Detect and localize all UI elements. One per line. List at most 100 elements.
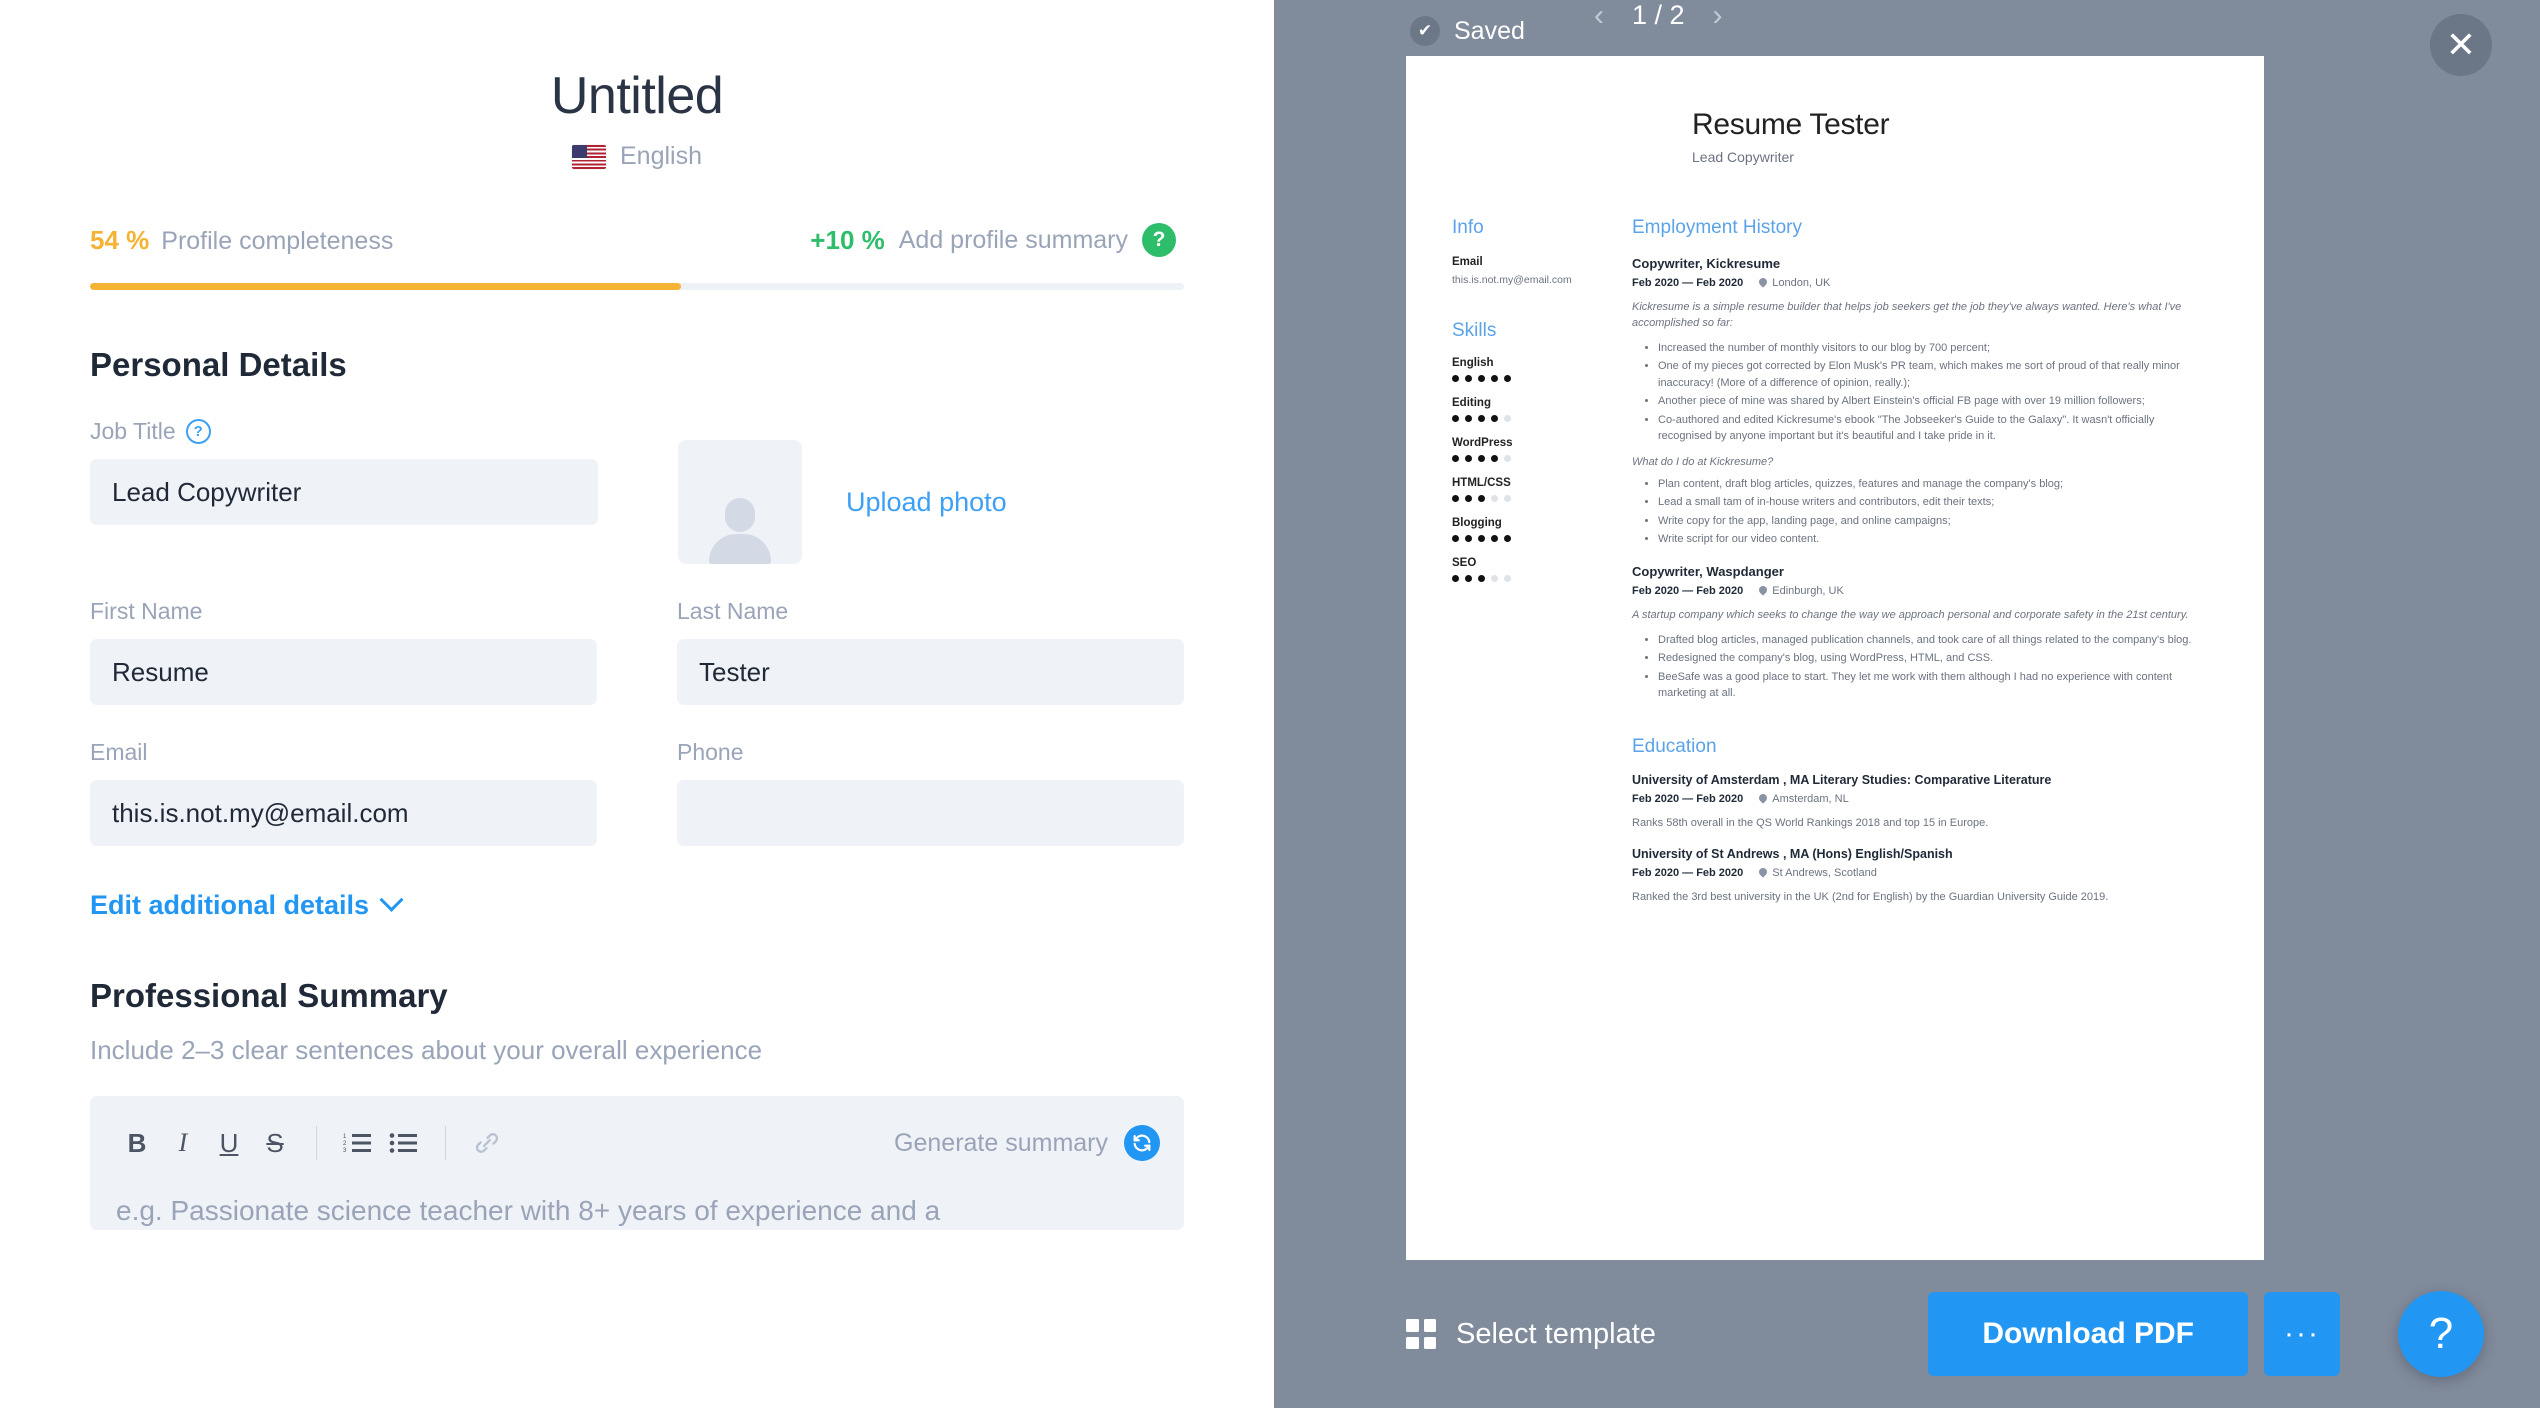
generate-summary-label[interactable]: Generate summary	[894, 1129, 1108, 1158]
skill-item: SEO	[1452, 557, 1614, 582]
skill-rating-dots	[1452, 575, 1614, 582]
language-label: English	[620, 142, 702, 170]
resume-builder-app: Untitled English 54 % Profile completene…	[0, 0, 2540, 1408]
resume-main-column: Employment History Copywriter, Kickresum…	[1632, 217, 2204, 906]
completeness-label: Profile completeness	[161, 226, 394, 255]
photo-upload-group: Upload photo	[678, 418, 1007, 564]
employment-list: Copywriter, Kickresume Feb 2020 — Feb 202…	[1632, 256, 2204, 702]
skill-dot	[1504, 415, 1511, 422]
skill-dot	[1504, 375, 1511, 382]
bonus-percent: +10 %	[810, 224, 885, 255]
list-item: Another piece of mine was shared by Albe…	[1658, 393, 2204, 410]
skill-dot	[1452, 415, 1459, 422]
help-fab-button[interactable]: ?	[2398, 1291, 2484, 1377]
skill-dot	[1478, 375, 1485, 382]
strikethrough-button[interactable]: S	[252, 1120, 298, 1166]
list-item: Plan content, draft blog articles, quizz…	[1658, 476, 2204, 493]
job-title-and-photo-row: Job Title ? Lead Copywriter Upload photo	[90, 418, 1184, 564]
language-selector[interactable]: English	[90, 142, 1184, 171]
professional-summary-hint: Include 2–3 clear sentences about your o…	[90, 1035, 763, 1065]
employment-section-title: Employment History	[1632, 217, 1802, 238]
upload-photo-link[interactable]: Upload photo	[846, 487, 1007, 518]
prev-page-button[interactable]: ‹	[1594, 0, 1604, 31]
ordered-list-icon[interactable]: 1 2 3	[335, 1120, 381, 1166]
download-pdf-button[interactable]: Download PDF	[1928, 1292, 2248, 1376]
skill-dot	[1491, 415, 1498, 422]
education-section-title: Education	[1632, 735, 1717, 757]
skill-item: HTML/CSS	[1452, 477, 1614, 502]
next-page-button[interactable]: ›	[1713, 0, 1723, 31]
resume-sidebar: Info Email this.is.not.my@email.com Skil…	[1452, 217, 1632, 906]
underline-button[interactable]: U	[206, 1120, 252, 1166]
resume-education-section: Education University of Amsterdam , MA L…	[1632, 736, 2204, 906]
skill-dot	[1491, 535, 1498, 542]
job-question: What do I do at Kickresume?	[1632, 455, 1774, 468]
more-options-button[interactable]: ···	[2264, 1292, 2340, 1376]
name-row: First Name Resume Last Name Tester	[90, 598, 1184, 705]
summary-placeholder[interactable]: e.g. Passionate science teacher with 8+ …	[114, 1170, 1160, 1230]
resume-info-section: Info Email this.is.not.my@email.com	[1452, 217, 1614, 286]
entry-meta: Feb 2020 — Feb 2020 St Andrews, Scotland	[1632, 867, 2204, 879]
location-pin-icon	[1759, 794, 1767, 804]
education-entry: University of St Andrews , MA (Hons) Eng…	[1632, 847, 2204, 906]
skill-dot	[1452, 535, 1459, 542]
skill-dot	[1465, 495, 1472, 502]
skill-name: WordPress	[1452, 437, 1513, 449]
job-title-label: Job Title ?	[90, 418, 598, 445]
contact-row: Email this.is.not.my@email.com Phone	[90, 739, 1184, 846]
skill-dot	[1452, 495, 1459, 502]
bonus-action-label[interactable]: Add profile summary	[899, 226, 1128, 255]
question-mark-icon[interactable]: ?	[185, 419, 211, 444]
skill-dot	[1478, 575, 1485, 582]
entry-meta: Feb 2020 — Feb 2020 Amsterdam, NL	[1632, 793, 2204, 805]
select-template-label: Select template	[1456, 1317, 1656, 1350]
education-entry: University of Amsterdam , MA Literary St…	[1632, 773, 2204, 832]
edit-additional-details-link[interactable]: Edit additional details	[90, 887, 404, 921]
entry-location: London, UK	[1759, 277, 1830, 289]
last-name-label: Last Name	[677, 598, 789, 624]
bold-button[interactable]: B	[114, 1120, 160, 1166]
help-icon[interactable]: ?	[1142, 223, 1176, 257]
select-template-button[interactable]: Select template	[1406, 1318, 1656, 1351]
resume-body: Info Email this.is.not.my@email.com Skil…	[1452, 217, 2204, 906]
resume-role: Lead Copywriter	[1692, 149, 1794, 165]
phone-input[interactable]	[677, 780, 1184, 846]
list-item: Lead a small tam of in-house writers and…	[1658, 494, 2204, 511]
document-title[interactable]: Untitled	[90, 66, 1184, 126]
link-icon[interactable]	[464, 1120, 510, 1166]
entry-date: Feb 2020 — Feb 2020	[1632, 277, 1744, 289]
avatar-placeholder[interactable]	[678, 440, 802, 564]
skill-dot	[1478, 495, 1485, 502]
list-item: Redesigned the company's blog, using Wor…	[1658, 650, 2204, 667]
job-title-input[interactable]: Lead Copywriter	[90, 459, 598, 525]
info-email-value: this.is.not.my@email.com	[1452, 274, 1572, 286]
skill-rating-dots	[1452, 455, 1614, 462]
resume-document[interactable]: Resume Tester Lead Copywriter Info Email…	[1406, 56, 2264, 1260]
skill-dot	[1465, 455, 1472, 462]
italic-button[interactable]: I	[160, 1120, 206, 1166]
email-input[interactable]: this.is.not.my@email.com	[90, 780, 597, 846]
skill-dot	[1504, 575, 1511, 582]
skill-name: SEO	[1452, 557, 1477, 569]
toolbar-divider	[316, 1126, 317, 1160]
refresh-icon[interactable]	[1124, 1125, 1160, 1161]
close-preview-button[interactable]: ✕	[2430, 14, 2492, 76]
entry-location: Amsterdam, NL	[1759, 793, 1848, 805]
skill-rating-dots	[1452, 535, 1614, 542]
skill-dot	[1478, 455, 1485, 462]
first-name-group: First Name Resume	[90, 598, 597, 705]
first-name-input[interactable]: Resume	[90, 639, 597, 705]
svg-text:1: 1	[343, 1134, 347, 1140]
entry-meta: Feb 2020 — Feb 2020 London, UK	[1632, 277, 2204, 289]
list-item: BeeSafe was a good place to start. They …	[1658, 669, 2204, 702]
skill-dot	[1465, 575, 1472, 582]
job-bullets: Increased the number of monthly visitors…	[1658, 340, 2204, 445]
entry-date: Feb 2020 — Feb 2020	[1632, 792, 1744, 805]
toolbar-divider-2	[445, 1126, 446, 1160]
saved-status: ✔ Saved	[1410, 16, 1525, 46]
skill-dot	[1465, 375, 1472, 382]
last-name-input[interactable]: Tester	[677, 639, 1184, 705]
completeness-percent: 54 %	[90, 224, 150, 255]
bullet-list-icon[interactable]	[381, 1120, 427, 1166]
job-bullets-secondary: Plan content, draft blog articles, quizz…	[1658, 476, 2204, 548]
